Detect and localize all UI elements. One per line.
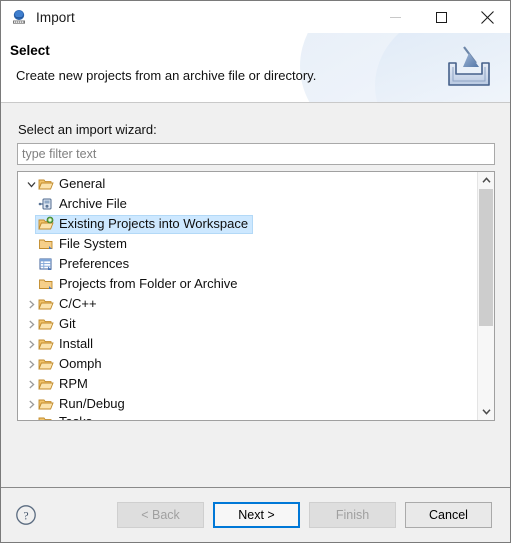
tree-rows-container: General Archive File Existing Projects i… xyxy=(18,172,477,420)
close-icon xyxy=(480,10,494,24)
tree-item-oomph[interactable]: Oomph xyxy=(18,354,477,374)
folder-import-icon xyxy=(38,216,54,232)
preferences-icon xyxy=(38,256,54,272)
dialog-footer: ? < Back Next > Finish Cancel xyxy=(1,487,510,542)
tree-item-label: Install xyxy=(59,336,93,351)
chevron-right-icon[interactable] xyxy=(24,294,38,314)
chevron-up-icon xyxy=(481,177,491,183)
scrollbar-track[interactable] xyxy=(478,189,494,403)
import-tray-arrow-icon xyxy=(440,41,498,93)
folder-open-icon xyxy=(38,176,54,192)
archive-file-icon xyxy=(38,196,54,212)
tree-item-c-cpp[interactable]: C/C++ xyxy=(18,294,477,314)
chevron-down-icon[interactable] xyxy=(24,174,38,194)
wizard-list-label: Select an import wizard: xyxy=(18,122,157,137)
page-title: Select xyxy=(10,43,50,58)
scrollbar-up-button[interactable] xyxy=(478,172,494,189)
folder-closed-icon xyxy=(38,236,54,252)
chevron-right-icon[interactable] xyxy=(24,334,38,354)
finish-button[interactable]: Finish xyxy=(309,502,396,528)
tree-item-label: File System xyxy=(59,236,127,251)
dialog-buttons: < Back Next > Finish Cancel xyxy=(108,502,510,528)
tree-item-label: Run/Debug xyxy=(59,396,125,411)
help-question-icon[interactable]: ? xyxy=(15,504,37,526)
maximize-button[interactable] xyxy=(418,1,464,33)
folder-open-icon xyxy=(38,356,54,372)
tree-item-label: Git xyxy=(59,316,76,331)
tree-item-label: Tasks xyxy=(59,414,92,420)
tree-item-install[interactable]: Install xyxy=(18,334,477,354)
minimize-button[interactable] xyxy=(372,1,418,33)
scrollbar-down-button[interactable] xyxy=(478,403,494,420)
folder-open-icon xyxy=(38,316,54,332)
cancel-button[interactable]: Cancel xyxy=(405,502,492,528)
tree-item-file-system[interactable]: File System xyxy=(18,234,477,254)
maximize-icon xyxy=(435,11,447,23)
close-button[interactable] xyxy=(464,1,510,33)
tree-item-rpm[interactable]: RPM xyxy=(18,374,477,394)
chevron-right-icon[interactable] xyxy=(24,394,38,414)
dialog-body: Select an import wizard: General xyxy=(1,103,510,487)
filter-input[interactable] xyxy=(17,143,495,165)
title-bar: Import xyxy=(1,1,510,33)
scrollbar-thumb[interactable] xyxy=(479,189,493,326)
tree-item-label: Archive File xyxy=(59,196,127,211)
folder-open-icon xyxy=(38,336,54,352)
folder-open-icon xyxy=(38,296,54,312)
tree-item-label: General xyxy=(59,176,106,191)
tree-item-label: Preferences xyxy=(59,256,130,271)
folder-closed-icon xyxy=(38,276,54,292)
tree-item-general[interactable]: General xyxy=(18,174,477,194)
chevron-right-icon[interactable] xyxy=(24,374,38,394)
folder-open-icon xyxy=(38,396,54,412)
back-button[interactable]: < Back xyxy=(117,502,204,528)
tree-scrollbar[interactable] xyxy=(477,172,494,420)
tree-item-tasks[interactable]: Tasks xyxy=(18,414,477,420)
wizard-header: Select Create new projects from an archi… xyxy=(1,33,510,103)
import-wizard-tree[interactable]: General Archive File Existing Projects i… xyxy=(17,171,495,421)
chevron-down-icon xyxy=(481,409,491,415)
chevron-right-icon[interactable] xyxy=(24,414,38,420)
next-button[interactable]: Next > xyxy=(213,502,300,528)
chevron-right-icon[interactable] xyxy=(24,354,38,374)
tree-item-existing-projects-into-workspace[interactable]: Existing Projects into Workspace xyxy=(18,214,477,234)
selection-highlight: Existing Projects into Workspace xyxy=(35,214,254,234)
tree-item-projects-from-folder-or-archive[interactable]: Projects from Folder or Archive xyxy=(18,274,477,294)
eclipse-logo-icon xyxy=(11,9,27,25)
window-title: Import xyxy=(36,9,75,25)
import-dialog: Import Select Create new projects from a… xyxy=(0,0,511,543)
tree-item-label: Projects from Folder or Archive xyxy=(59,276,238,291)
chevron-right-icon[interactable] xyxy=(24,314,38,334)
folder-open-icon xyxy=(38,414,54,420)
tree-item-label: C/C++ xyxy=(59,296,97,311)
tree-item-archive-file[interactable]: Archive File xyxy=(18,194,477,214)
svg-text:?: ? xyxy=(23,510,28,522)
page-description: Create new projects from an archive file… xyxy=(16,68,317,83)
window-controls xyxy=(372,1,510,33)
tree-item-label: Existing Projects into Workspace xyxy=(59,216,249,231)
tree-item-label: RPM xyxy=(59,376,88,391)
tree-item-preferences[interactable]: Preferences xyxy=(18,254,477,274)
tree-item-git[interactable]: Git xyxy=(18,314,477,334)
tree-item-run-debug[interactable]: Run/Debug xyxy=(18,394,477,414)
tree-item-label: Oomph xyxy=(59,356,102,371)
folder-open-icon xyxy=(38,376,54,392)
minimize-icon xyxy=(389,16,401,18)
